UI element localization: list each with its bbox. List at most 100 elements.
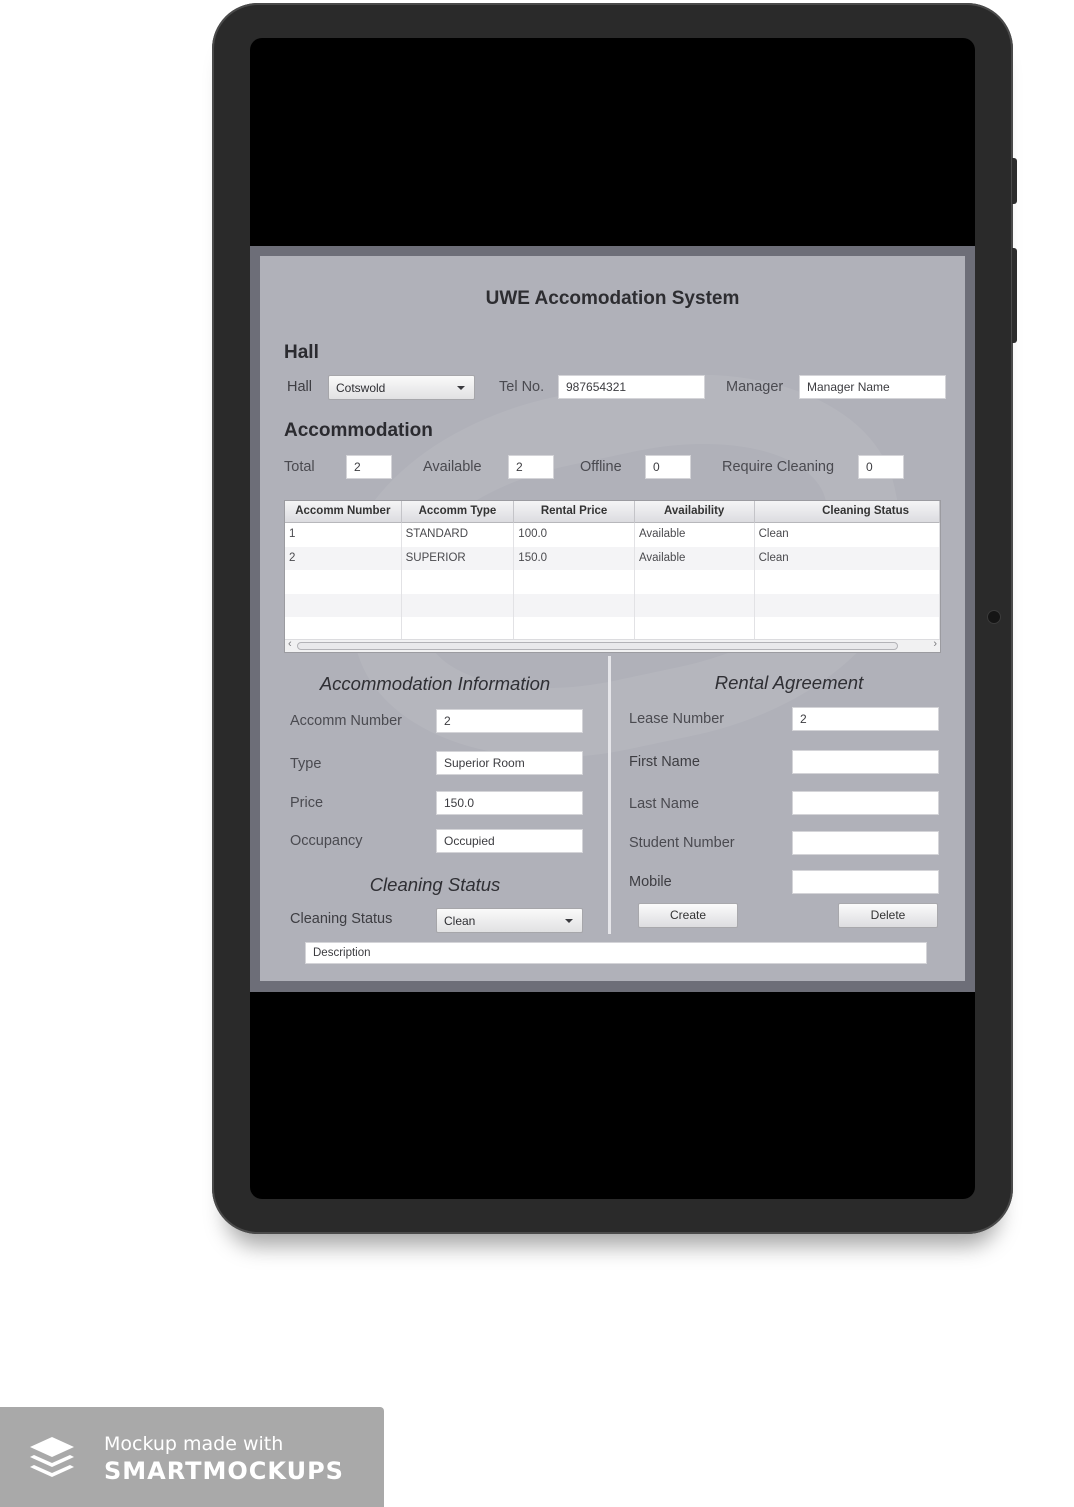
table-cell: 1 [285,523,402,547]
occupancy-input[interactable]: Occupied [436,829,583,853]
table-row-empty [285,570,940,594]
accommodation-heading: Accommodation [284,420,433,441]
available-label: Available [423,459,482,475]
column-header[interactable]: Cleaning Status [755,501,940,523]
table-cell [755,593,940,617]
camera-icon [988,611,1000,623]
table-cell: 2 [285,546,402,570]
table-cell: SUPERIOR [402,546,515,570]
hall-label: Hall [287,379,312,395]
table-cell [402,593,515,617]
first-name-input[interactable] [792,750,939,774]
accomm-number-input[interactable]: 2 [436,709,583,733]
column-header[interactable]: Accomm Number [285,501,402,523]
tablet-power-button [1012,248,1017,343]
cleaning-status-label: Cleaning Status [290,911,393,927]
first-name-label: First Name [629,754,700,770]
table-cell [755,617,940,641]
table-cell [755,570,940,594]
app-title: UWE Accomodation System [485,288,740,309]
accomm-number-label: Accomm Number [290,713,402,729]
total-input[interactable]: 2 [346,455,392,479]
page: UWE Accomodation System Hall Hall Cotswo… [0,0,1074,1507]
price-input[interactable]: 150.0 [436,791,583,815]
tablet-volume-button [1012,158,1017,204]
table-body: 1 STANDARD 100.0 Available Clean 2 SUPER… [285,523,940,641]
scrollbar-thumb[interactable] [297,642,898,650]
table-cell [514,570,635,594]
mobile-input[interactable] [792,870,939,894]
table-row-empty [285,617,940,641]
chevron-right-icon[interactable]: › [933,638,937,650]
chevron-down-icon [457,386,465,390]
lease-number-input[interactable]: 2 [792,707,939,731]
table-header: Accomm Number Accomm Type Rental Price A… [285,501,940,523]
table-cell: Available [635,523,755,547]
table-cell [402,570,515,594]
create-button[interactable]: Create [638,903,738,928]
type-input[interactable]: Superior Room [436,751,583,775]
column-header[interactable]: Accomm Type [402,501,515,523]
table-cell: Available [635,546,755,570]
chevron-down-icon [565,919,573,923]
hall-heading: Hall [284,342,319,363]
column-header[interactable]: Availability [635,501,755,523]
tablet-screen: UWE Accomodation System Hall Hall Cotswo… [250,38,975,1199]
table-cell [285,570,402,594]
chevron-left-icon[interactable]: ‹ [288,638,292,650]
tel-input[interactable]: 987654321 [558,375,705,399]
accommodation-info-heading: Accommodation Information [319,673,551,694]
app-content: UWE Accomodation System Hall Hall Cotswo… [260,256,965,981]
description-input[interactable]: Description [305,942,927,964]
table-cell [285,593,402,617]
table-cell: 150.0 [514,546,635,570]
hall-select[interactable]: Cotswold [328,375,475,400]
table-row-empty [285,593,940,617]
last-name-input[interactable] [792,791,939,815]
student-number-label: Student Number [629,835,735,851]
manager-input[interactable]: Manager Name [799,375,946,399]
offline-input[interactable]: 0 [645,455,691,479]
occupancy-label: Occupancy [290,833,363,849]
cleaning-status-heading: Cleaning Status [369,874,501,895]
available-input[interactable]: 2 [508,455,554,479]
rental-agreement-heading: Rental Agreement [714,672,864,693]
cleaning-status-value: Clean [444,914,476,928]
mobile-label: Mobile [629,874,672,890]
horizontal-scrollbar[interactable]: ‹ › [285,638,940,652]
table-cell: Clean [755,523,940,547]
tel-label: Tel No. [499,379,545,395]
smartmockups-badge[interactable]: Mockup made with SMARTMOCKUPS [0,1407,384,1507]
table-row[interactable]: 2 SUPERIOR 150.0 Available Clean [285,546,940,570]
table-cell [514,593,635,617]
table-row[interactable]: 1 STANDARD 100.0 Available Clean [285,523,940,547]
cleaning-status-select[interactable]: Clean [436,908,583,933]
require-cleaning-input[interactable]: 0 [858,455,904,479]
last-name-label: Last Name [629,796,700,812]
offline-label: Offline [580,459,622,475]
table-cell [635,617,755,641]
panel-divider [608,656,611,934]
type-label: Type [290,756,322,772]
app-window: UWE Accomodation System Hall Hall Cotswo… [250,246,975,992]
accommodation-table[interactable]: Accomm Number Accomm Type Rental Price A… [284,500,941,653]
badge-line-2: SMARTMOCKUPS [104,1457,344,1485]
price-label: Price [290,795,324,811]
delete-button[interactable]: Delete [838,903,938,928]
table-cell: 100.0 [514,523,635,547]
manager-label: Manager [726,379,784,395]
table-cell [402,617,515,641]
total-label: Total [284,459,315,475]
tablet-frame: UWE Accomodation System Hall Hall Cotswo… [212,3,1017,1234]
table-cell [635,593,755,617]
table-cell [635,570,755,594]
table-cell: Clean [755,546,940,570]
layers-icon [30,1437,74,1477]
require-cleaning-label: Require Cleaning [722,459,835,475]
table-cell: STANDARD [402,523,515,547]
column-header[interactable]: Rental Price [514,501,635,523]
table-cell [514,617,635,641]
student-number-input[interactable] [792,831,939,855]
table-cell [285,617,402,641]
lease-number-label: Lease Number [629,711,725,727]
